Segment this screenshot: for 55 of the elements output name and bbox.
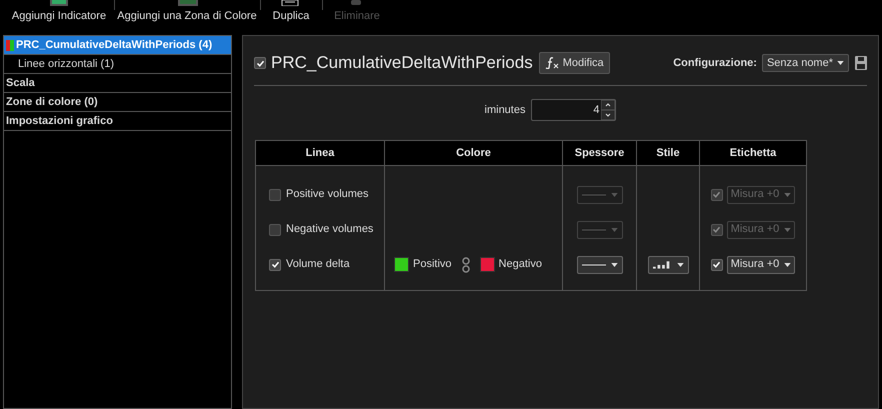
save-icon[interactable]	[855, 56, 867, 70]
sidebar-item[interactable]: Zone di colore (0)	[4, 93, 231, 112]
sidebar-item[interactable]: PRC_CumulativeDeltaWithPeriods (4)	[4, 36, 231, 55]
checkbox[interactable]	[269, 224, 281, 236]
bar-chart-icon	[652, 260, 672, 269]
column-header: Linea	[256, 140, 384, 166]
function-icon	[544, 57, 559, 69]
color-swatch[interactable]	[394, 257, 409, 272]
config-label: Configurazione:	[673, 56, 757, 71]
checkbox[interactable]	[254, 57, 266, 69]
line-label: Volume delta	[286, 257, 350, 272]
caret-icon	[610, 228, 618, 232]
line-sample-icon	[582, 228, 606, 232]
number-field[interactable]: 4	[531, 99, 616, 121]
caret-icon	[784, 192, 792, 196]
parameter-label: iminutes	[484, 102, 526, 118]
checkbox[interactable]	[269, 188, 281, 200]
column-header: Spessore	[562, 140, 636, 166]
color-label: Negativo	[498, 257, 542, 272]
caret-icon	[610, 192, 618, 196]
indicator-color-icon	[6, 40, 14, 50]
label-dropdown[interactable]: Misura +0	[726, 256, 796, 274]
sidebar-item[interactable]: Linee orizzontali (1)	[4, 55, 231, 74]
toolbar-button[interactable]: Aggiungi una Zona di Colore	[117, 8, 257, 24]
column-header: Stile	[636, 140, 700, 166]
link-icon[interactable]	[462, 256, 470, 272]
checkbox[interactable]	[710, 258, 723, 270]
toolbar-button[interactable]: Duplica	[272, 8, 310, 24]
caret-icon	[784, 262, 792, 266]
toolbar-icon	[175, 0, 199, 6]
line-label: Negative volumes	[286, 222, 374, 238]
column-header: Colore	[384, 140, 562, 166]
toolbar-button[interactable]: Aggiungi Indicatore	[12, 8, 106, 24]
caret-icon	[784, 228, 792, 232]
caret-icon	[837, 61, 844, 65]
color-label: Positivo	[413, 257, 452, 272]
indicator-title: PRC_CumulativeDeltaWithPeriods	[271, 52, 533, 74]
line-label: Positive volumes	[286, 187, 369, 202]
style-dropdown[interactable]	[648, 256, 688, 274]
toolbar-icon	[47, 0, 71, 6]
spinner-arrows-icon[interactable]	[601, 100, 616, 120]
sidebar-item[interactable]: Impostazioni grafico	[4, 112, 231, 131]
checkbox[interactable]	[269, 258, 281, 270]
thickness-dropdown[interactable]	[576, 256, 622, 274]
checkbox[interactable]	[710, 188, 723, 200]
line-sample-icon	[582, 262, 606, 266]
sidebar-item[interactable]: Scala	[4, 74, 231, 93]
column-header: Etichetta	[700, 140, 806, 166]
checkbox[interactable]	[710, 224, 723, 236]
edit-button[interactable]: Modifica	[538, 52, 610, 74]
caret-icon	[610, 262, 618, 266]
line-sample-icon	[582, 192, 606, 196]
color-swatch[interactable]	[480, 257, 495, 272]
config-dropdown[interactable]: Senza nome*	[762, 54, 849, 72]
caret-icon	[676, 262, 684, 266]
